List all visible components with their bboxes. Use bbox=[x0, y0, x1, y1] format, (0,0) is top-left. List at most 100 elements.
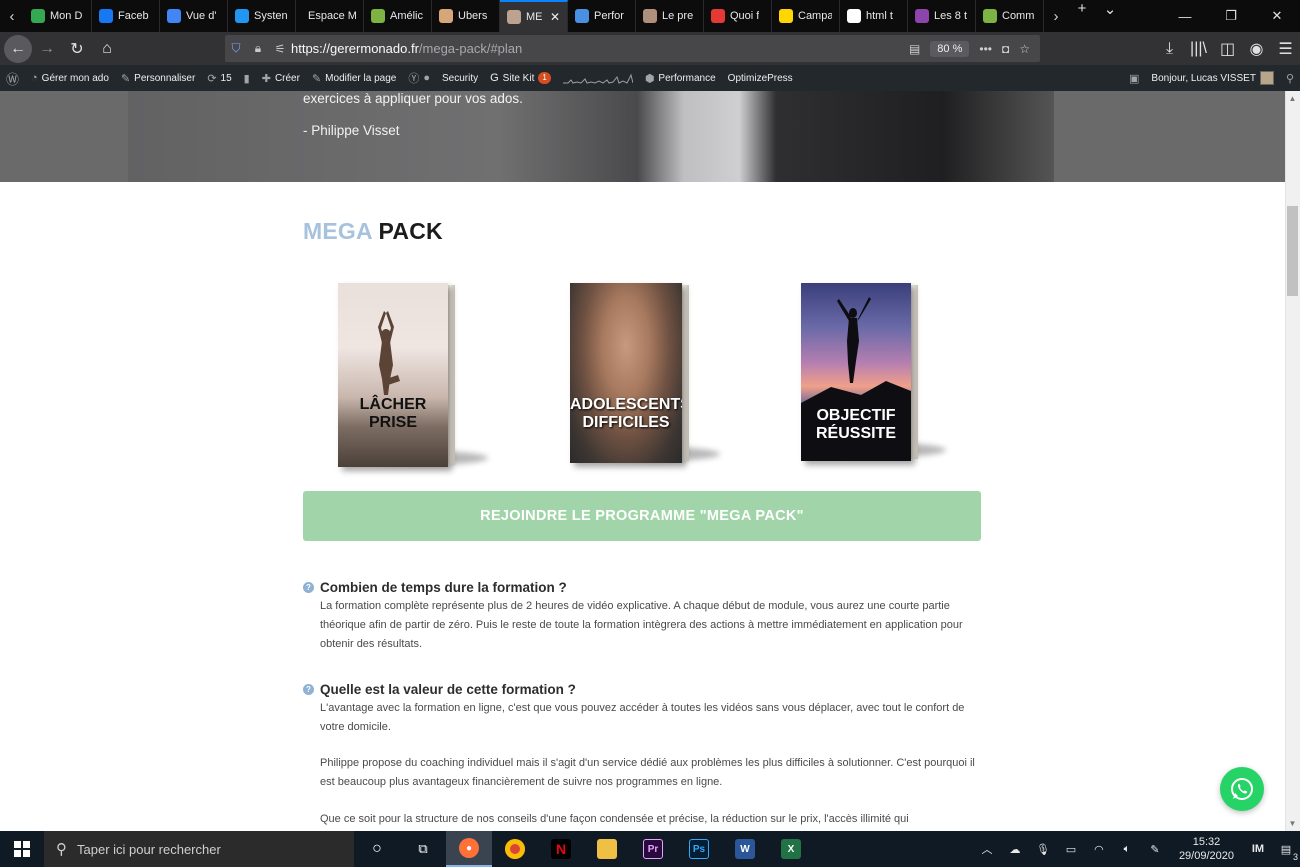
tracking-protection-shield-icon[interactable]: ⛉ bbox=[225, 41, 247, 56]
word-icon[interactable]: W bbox=[722, 831, 768, 867]
sidebar-icon[interactable]: ◫ bbox=[1213, 34, 1242, 64]
wp-edit-page[interactable]: ✎ Modifier la page bbox=[306, 72, 402, 85]
wp-search-icon[interactable]: ⚲ bbox=[1280, 72, 1300, 85]
wp-security[interactable]: Security bbox=[436, 73, 484, 84]
faq-question: ? Quelle est la valeur de cette formatio… bbox=[303, 682, 576, 697]
browser-tab-strip: ‹ Mon D Faceb Vue d' Systen Espace Me Amélic U… bbox=[0, 0, 1300, 32]
book-objectif-reussite[interactable]: OBJECTIF RÉUSSITE bbox=[801, 283, 951, 473]
wp-notifications[interactable]: ▣ bbox=[1123, 72, 1145, 85]
browser-tab[interactable]: Comm bbox=[976, 0, 1044, 32]
browser-tab[interactable]: Mon D bbox=[24, 0, 92, 32]
scroll-up-arrow-icon[interactable]: ▲ bbox=[1285, 91, 1300, 106]
firefox-taskbar-icon[interactable]: ● bbox=[446, 831, 492, 867]
home-button[interactable]: ⌂ bbox=[92, 34, 122, 64]
show-hidden-icons-chevron-icon[interactable]: ︿ bbox=[973, 841, 1001, 857]
reader-view-icon[interactable]: ▤ bbox=[909, 42, 920, 56]
downloads-icon[interactable]: ⤓ bbox=[1155, 34, 1184, 64]
whatsapp-chat-button[interactable] bbox=[1220, 767, 1264, 811]
tab-label: Mon D bbox=[50, 10, 83, 22]
forward-button[interactable]: → bbox=[32, 34, 62, 64]
wp-yoast[interactable]: Ⓨ ● bbox=[402, 70, 436, 86]
book-lacher-prise[interactable]: LÂCHER PRISE bbox=[338, 283, 488, 473]
new-tab-button[interactable]: + bbox=[1068, 0, 1096, 32]
wifi-icon[interactable]: ◠ bbox=[1085, 843, 1113, 856]
pen-icon[interactable]: ✎ bbox=[1141, 843, 1169, 856]
close-tab-icon[interactable]: ✕ bbox=[550, 10, 560, 24]
browser-tab[interactable]: Espace Me bbox=[296, 0, 364, 32]
wp-performance[interactable]: ⬢ Performance bbox=[639, 72, 722, 85]
tab-favicon-icon bbox=[575, 9, 589, 23]
browser-tab[interactable]: Le pre bbox=[636, 0, 704, 32]
lock-icon[interactable]: 🔒︎ bbox=[247, 41, 269, 56]
tabs-scroll-left-icon[interactable]: ‹ bbox=[0, 0, 24, 32]
question-icon: ? bbox=[303, 684, 314, 695]
page-scrollbar[interactable] bbox=[1285, 91, 1300, 831]
restore-window-button[interactable]: ❐ bbox=[1208, 8, 1254, 24]
tabs-scroll-right-icon[interactable]: › bbox=[1044, 0, 1068, 32]
wp-account[interactable]: Bonjour, Lucas VISSET bbox=[1145, 71, 1280, 85]
close-window-button[interactable]: ✕ bbox=[1254, 8, 1300, 24]
browser-tab[interactable]: Faceb bbox=[92, 0, 160, 32]
account-icon[interactable]: ◉ bbox=[1242, 34, 1271, 64]
chrome-taskbar-icon[interactable] bbox=[492, 831, 538, 867]
browser-tab[interactable]: ME ✕ bbox=[500, 0, 568, 32]
netflix-taskbar-icon[interactable]: N bbox=[538, 831, 584, 867]
wp-comments[interactable]: ▮ bbox=[238, 72, 256, 85]
book-cover-image: OBJECTIF RÉUSSITE bbox=[801, 283, 911, 461]
windows-start-button[interactable] bbox=[0, 831, 44, 867]
excel-icon[interactable]: X bbox=[768, 831, 814, 867]
pocket-icon[interactable]: ◘ bbox=[1002, 42, 1009, 56]
url-bar[interactable]: ⛉ 🔒︎ ⚟ https://gerermonado.fr /mega-pack… bbox=[225, 35, 1040, 62]
search-icon: ⚲ bbox=[56, 841, 67, 858]
menu-hamburger-icon[interactable]: ☰ bbox=[1271, 34, 1300, 64]
battery-icon[interactable]: ▭ bbox=[1057, 843, 1085, 856]
wordpress-admin-bar: Ⓦ ◔ Gérer mon ado ✎ Personnaliser ⟳ 15 ▮ ✚ C… bbox=[0, 65, 1300, 91]
reload-button[interactable]: ↻ bbox=[62, 34, 92, 64]
wp-customize[interactable]: ✎ Personnaliser bbox=[115, 72, 201, 85]
browser-tab[interactable]: Perfor bbox=[568, 0, 636, 32]
cortana-icon[interactable]: ○ bbox=[354, 831, 400, 867]
browser-tab[interactable]: Vue d' bbox=[160, 0, 228, 32]
wp-stats-sparkline[interactable] bbox=[557, 71, 639, 85]
action-center-icon[interactable]: ▤ 3 bbox=[1272, 843, 1300, 862]
premiere-pro-icon[interactable]: Pr bbox=[630, 831, 676, 867]
scroll-down-arrow-icon[interactable]: ▼ bbox=[1285, 816, 1300, 831]
taskbar-search-box[interactable]: ⚲ Taper ici pour rechercher bbox=[44, 831, 354, 867]
tab-favicon-icon bbox=[507, 10, 521, 24]
browser-tab[interactable]: html t bbox=[840, 0, 908, 32]
tab-favicon-icon bbox=[439, 9, 453, 23]
scrollbar-thumb[interactable] bbox=[1287, 206, 1298, 296]
tab-favicon-icon bbox=[983, 9, 997, 23]
back-button[interactable]: ← bbox=[4, 34, 32, 63]
wp-site-name[interactable]: ◔ Gérer mon ado bbox=[25, 72, 115, 84]
tab-list-chevron-icon[interactable]: ⌄ bbox=[1096, 0, 1124, 32]
minimize-window-button[interactable]: — bbox=[1162, 9, 1208, 24]
browser-tab[interactable]: Amélic bbox=[364, 0, 432, 32]
browser-tab[interactable]: Les 8 t bbox=[908, 0, 976, 32]
photoshop-icon[interactable]: Ps bbox=[676, 831, 722, 867]
wp-optimizepress[interactable]: OptimizePress bbox=[722, 73, 799, 84]
library-icon[interactable]: |||\ bbox=[1184, 34, 1213, 64]
page-actions-icon[interactable]: ••• bbox=[979, 42, 992, 56]
join-program-button[interactable]: REJOINDRE LE PROGRAMME "MEGA PACK" bbox=[303, 491, 981, 541]
volume-icon[interactable]: 🔈︎ bbox=[1113, 843, 1141, 856]
taskbar-clock[interactable]: 15:32 29/09/2020 bbox=[1169, 835, 1244, 863]
zoom-level[interactable]: 80 % bbox=[930, 40, 970, 57]
file-explorer-icon[interactable] bbox=[584, 831, 630, 867]
browser-tab[interactable]: Campa bbox=[772, 0, 840, 32]
task-view-icon[interactable]: ⧉ bbox=[400, 831, 446, 867]
app-tray-logo-icon[interactable]: IM bbox=[1244, 843, 1272, 855]
browser-tab[interactable]: Systen bbox=[228, 0, 296, 32]
tab-favicon-icon bbox=[847, 9, 861, 23]
bookmark-star-icon[interactable]: ☆ bbox=[1019, 42, 1030, 56]
microphone-icon[interactable]: 🎙︎ bbox=[1029, 843, 1057, 856]
browser-tab[interactable]: Quoi f bbox=[704, 0, 772, 32]
onedrive-cloud-icon[interactable]: ☁ bbox=[1001, 843, 1029, 856]
book-adolescents-difficiles[interactable]: ADOLESCENTS DIFFICILES bbox=[570, 283, 720, 473]
wp-updates[interactable]: ⟳ 15 bbox=[201, 72, 237, 85]
wp-new[interactable]: ✚ Créer bbox=[256, 72, 306, 85]
wordpress-logo-icon[interactable]: Ⓦ bbox=[0, 69, 25, 88]
permissions-icon[interactable]: ⚟ bbox=[269, 42, 291, 56]
wp-sitekit[interactable]: G Site Kit 1 bbox=[484, 72, 557, 84]
browser-tab[interactable]: Ubers bbox=[432, 0, 500, 32]
